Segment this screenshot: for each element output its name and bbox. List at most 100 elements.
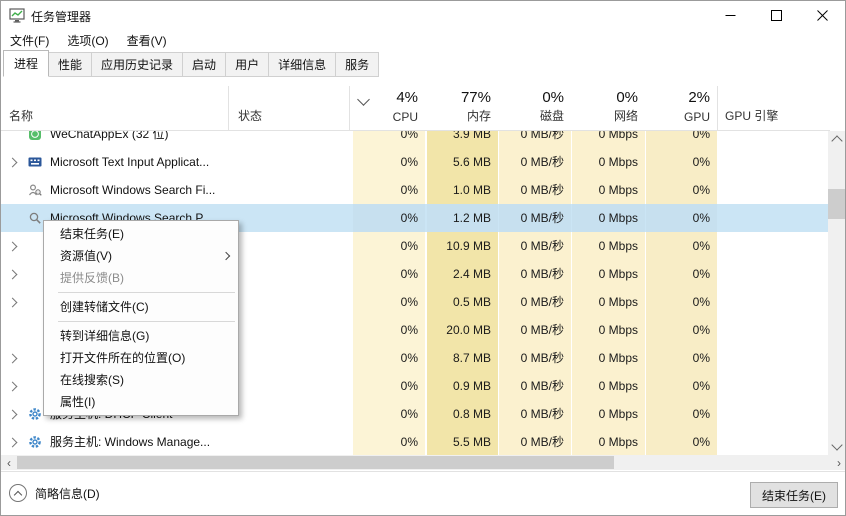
network-cell: 0 Mbps — [572, 400, 645, 428]
memory-cell: 0.8 MB — [427, 400, 498, 428]
chevron-right-icon[interactable] — [8, 242, 18, 252]
row-content: Microsoft Text Input Applicat...0%5.6 MB… — [1, 148, 830, 176]
usage-label-cpu: CPU — [346, 110, 418, 124]
row-content: WeChatAppEx (32 位)0%3.9 MB0 MB/秒0 Mbps0% — [1, 131, 830, 148]
fewer-details-toggle[interactable]: 简略信息(D) — [9, 484, 100, 502]
minimize-button[interactable] — [707, 1, 753, 29]
column-header-gpu-engine[interactable]: GPU 引擎 — [725, 107, 778, 124]
gpu-cell: 0% — [646, 148, 717, 176]
task-manager-app-icon — [9, 7, 25, 23]
horizontal-scrollbar-thumb[interactable] — [17, 456, 614, 469]
chevron-right-icon[interactable] — [8, 382, 18, 392]
usage-percent-cpu: 4% — [346, 89, 418, 106]
vertical-scrollbar-thumb[interactable] — [828, 189, 845, 219]
cpu-cell: 0% — [353, 148, 425, 176]
memory-cell: 8.7 MB — [427, 344, 498, 372]
search-icon — [28, 211, 42, 225]
end-task-button[interactable]: 结束任务(E) — [750, 482, 838, 508]
close-button[interactable] — [799, 1, 845, 29]
context-menu-item-7[interactable]: 打开文件所在的位置(O) — [44, 347, 238, 369]
column-header-mem[interactable]: 77%内存 — [427, 86, 498, 130]
window-title: 任务管理器 — [31, 8, 91, 25]
horizontal-scrollbar[interactable]: ‹ › — [1, 455, 846, 470]
menubar-item-1[interactable]: 选项(O) — [58, 29, 117, 52]
memory-cell: 0.5 MB — [427, 288, 498, 316]
vertical-scrollbar[interactable] — [828, 131, 845, 455]
usage-label-mem: 内存 — [420, 107, 491, 124]
search-user-icon — [28, 183, 42, 197]
memory-cell: 10.9 MB — [427, 232, 498, 260]
table-row[interactable]: 服务主机: Windows Manage...0%5.5 MB0 MB/秒0 M… — [1, 428, 830, 455]
scroll-down-button[interactable] — [828, 438, 845, 455]
tab-启动[interactable]: 启动 — [182, 52, 226, 77]
table-row[interactable]: Microsoft Text Input Applicat...0%5.6 MB… — [1, 148, 830, 176]
chevron-right-icon[interactable] — [8, 410, 18, 420]
disk-cell: 0 MB/秒 — [499, 176, 571, 204]
column-header-gpu[interactable]: 2%GPU — [646, 86, 717, 130]
memory-cell: 5.6 MB — [427, 148, 498, 176]
context-menu-separator — [58, 321, 235, 322]
footer: 简略信息(D) 结束任务(E) — [1, 472, 845, 515]
chevron-right-icon[interactable] — [8, 158, 18, 168]
network-cell: 0 Mbps — [572, 204, 645, 232]
scroll-left-button[interactable]: ‹ — [1, 455, 17, 470]
context-menu-item-6[interactable]: 转到详细信息(G) — [44, 325, 238, 347]
tab-应用历史记录[interactable]: 应用历史记录 — [91, 52, 183, 77]
network-cell: 0 Mbps — [572, 344, 645, 372]
cpu-cell: 0% — [353, 204, 425, 232]
tab-详细信息[interactable]: 详细信息 — [268, 52, 336, 77]
column-header-name[interactable]: 名称 — [9, 107, 33, 124]
cpu-cell: 0% — [353, 316, 425, 344]
tab-用户[interactable]: 用户 — [225, 52, 269, 77]
gpu-cell: 0% — [646, 316, 717, 344]
network-cell: 0 Mbps — [572, 176, 645, 204]
chevron-right-icon[interactable] — [8, 438, 18, 448]
process-name: WeChatAppEx (32 位) — [50, 131, 228, 148]
chevron-right-icon[interactable] — [8, 270, 18, 280]
context-menu-item-0[interactable]: 结束任务(E) — [44, 223, 238, 245]
tab-服务[interactable]: 服务 — [335, 52, 379, 77]
scroll-up-button[interactable] — [828, 131, 845, 148]
cpu-cell: 0% — [353, 400, 425, 428]
tab-进程[interactable]: 进程 — [3, 50, 49, 77]
table-row[interactable]: WeChatAppEx (32 位)0%3.9 MB0 MB/秒0 Mbps0% — [1, 131, 830, 148]
minimize-icon — [725, 10, 736, 21]
chevron-right-icon[interactable] — [8, 354, 18, 364]
context-menu-item-1[interactable]: 资源值(V) — [44, 245, 238, 267]
context-menu-item-4[interactable]: 创建转储文件(C) — [44, 296, 238, 318]
usage-label-net: 网络 — [565, 107, 638, 124]
context-menu-item-8[interactable]: 在线搜索(S) — [44, 369, 238, 391]
menubar-item-2[interactable]: 查看(V) — [118, 29, 176, 52]
disk-cell: 0 MB/秒 — [499, 204, 571, 232]
usage-percent-disk: 0% — [492, 89, 564, 106]
column-header-net[interactable]: 0%网络 — [572, 86, 645, 130]
memory-cell: 2.4 MB — [427, 260, 498, 288]
task-manager-window: 任务管理器 文件(F)选项(O)查看(V) 进程性能应用历史记录启动用户详细信息… — [0, 0, 846, 516]
disk-cell: 0 MB/秒 — [499, 316, 571, 344]
network-cell: 0 Mbps — [572, 131, 645, 148]
column-header-disk[interactable]: 0%磁盘 — [499, 86, 571, 130]
row-content: 服务主机: Windows Manage...0%5.5 MB0 MB/秒0 M… — [1, 428, 830, 455]
context-menu-item-9[interactable]: 属性(I) — [44, 391, 238, 413]
disk-cell: 0 MB/秒 — [499, 131, 571, 148]
cpu-cell: 0% — [353, 176, 425, 204]
memory-cell: 5.5 MB — [427, 428, 498, 455]
process-name: Microsoft Windows Search Fi... — [50, 176, 228, 204]
memory-cell: 20.0 MB — [427, 316, 498, 344]
tab-性能[interactable]: 性能 — [48, 52, 92, 77]
column-header-status[interactable]: 状态 — [238, 107, 262, 124]
network-cell: 0 Mbps — [572, 148, 645, 176]
scroll-right-button[interactable]: › — [831, 455, 846, 470]
disk-cell: 0 MB/秒 — [499, 428, 571, 455]
maximize-button[interactable] — [753, 1, 799, 29]
disk-cell: 0 MB/秒 — [499, 232, 571, 260]
cpu-cell: 0% — [353, 232, 425, 260]
usage-percent-mem: 77% — [420, 89, 491, 106]
menubar-item-0[interactable]: 文件(F) — [1, 29, 58, 52]
table-row[interactable]: Microsoft Windows Search Fi...0%1.0 MB0 … — [1, 176, 830, 204]
disk-cell: 0 MB/秒 — [499, 260, 571, 288]
column-header-cpu[interactable]: 4%CPU — [353, 86, 425, 130]
chevron-right-icon[interactable] — [8, 298, 18, 308]
gpu-cell: 0% — [646, 372, 717, 400]
memory-cell: 0.9 MB — [427, 372, 498, 400]
